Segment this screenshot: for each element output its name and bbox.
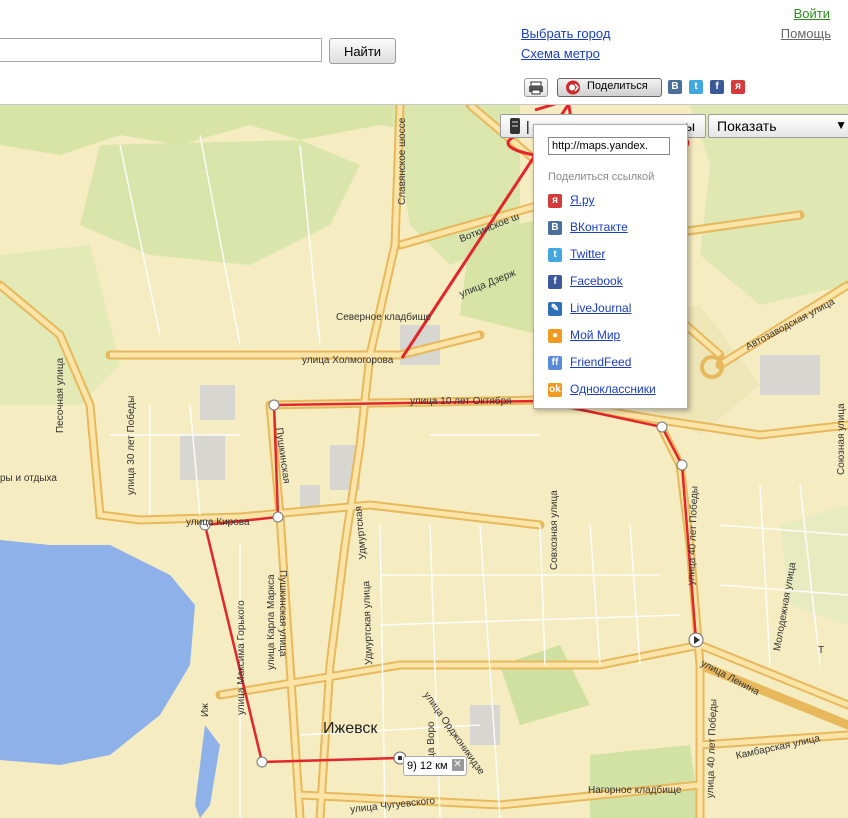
- street-label: улица Карла Маркса: [266, 574, 277, 670]
- top-bar: Найти Выбрать город Схема метро Войти По…: [0, 0, 848, 105]
- odnoklassniki-icon: ok: [548, 383, 562, 397]
- street-label: улица 30 лет Победы: [126, 395, 137, 495]
- city-label: Ижевск: [323, 720, 378, 737]
- distance-text: 9) 12 км: [407, 760, 448, 772]
- street-label: Союзная улица: [836, 403, 847, 475]
- share-button[interactable]: Поделиться: [557, 78, 662, 97]
- distance-label: 9) 12 км ✕: [403, 756, 467, 776]
- share-item-label: Мой Мир: [570, 328, 621, 342]
- share-item-label: FriendFeed: [570, 355, 632, 369]
- share-item-label: Я.ру: [570, 193, 595, 207]
- friendfeed-icon: ff: [548, 356, 562, 370]
- share-item-label: Twitter: [570, 247, 606, 261]
- printer-icon: [529, 81, 543, 95]
- cemetery-label: Северное кладбище: [336, 312, 432, 323]
- street-label: улица Максима Горького: [236, 600, 247, 715]
- street-label: Пушкинская улица: [277, 570, 288, 657]
- vkontakte-icon[interactable]: B: [668, 80, 682, 94]
- share-popup-header: Поделиться ссылкой: [548, 171, 655, 183]
- share-item-label: ВКонтакте: [570, 220, 628, 234]
- vkontakte-icon: B: [548, 221, 562, 235]
- search-button[interactable]: Найти: [329, 38, 396, 64]
- livejournal-icon: ✎: [548, 302, 562, 316]
- layers-icon: [510, 118, 520, 134]
- street-label: улица Холмогорова: [302, 355, 394, 366]
- twitter-icon[interactable]: t: [689, 80, 703, 94]
- search-input[interactable]: [0, 38, 322, 62]
- street-label: Т: [818, 645, 825, 656]
- share-item-label: Одноклассники: [570, 382, 656, 396]
- help-link[interactable]: Помощь: [781, 26, 831, 41]
- metro-map-link[interactable]: Схема метро: [521, 46, 600, 61]
- yaru-icon[interactable]: я: [731, 80, 745, 94]
- print-button[interactable]: [524, 78, 548, 97]
- choose-city-link[interactable]: Выбрать город: [521, 26, 610, 41]
- share-popup: http://maps.yandex. Поделиться ссылкой я…: [533, 124, 688, 409]
- map-area[interactable]: улица Холмогорова улица 10 лет Октября у…: [0, 105, 848, 818]
- street-label: Иж: [200, 703, 211, 717]
- yaru-icon: я: [548, 194, 562, 208]
- share-item-label: LiveJournal: [570, 301, 632, 315]
- moymir-icon: ●: [548, 329, 562, 343]
- share-label: Поделиться: [587, 80, 648, 92]
- login-link[interactable]: Войти: [794, 6, 830, 21]
- street-label: улица 10 лет Октября: [410, 396, 512, 407]
- park-label: ры и отдыха: [0, 473, 57, 484]
- twitter-icon: t: [548, 248, 562, 262]
- share-icon: [566, 80, 580, 95]
- street-label: улица Кирова: [186, 517, 250, 528]
- show-dropdown[interactable]: Показать ▼: [708, 114, 848, 138]
- street-label: Совхозная улица: [549, 490, 560, 570]
- show-label: Показать: [717, 118, 777, 134]
- cemetery-label: Нагорное кладбище: [588, 785, 682, 796]
- street-label: Песочная улица: [55, 357, 66, 433]
- share-url-field[interactable]: http://maps.yandex.: [548, 137, 670, 155]
- street-label: Славянское шоссе: [397, 117, 408, 205]
- facebook-icon: f: [548, 275, 562, 289]
- dropdown-arrow-icon: ▼: [835, 118, 847, 132]
- facebook-icon[interactable]: f: [710, 80, 724, 94]
- share-item-label: Facebook: [570, 274, 623, 288]
- close-icon[interactable]: ✕: [451, 759, 464, 771]
